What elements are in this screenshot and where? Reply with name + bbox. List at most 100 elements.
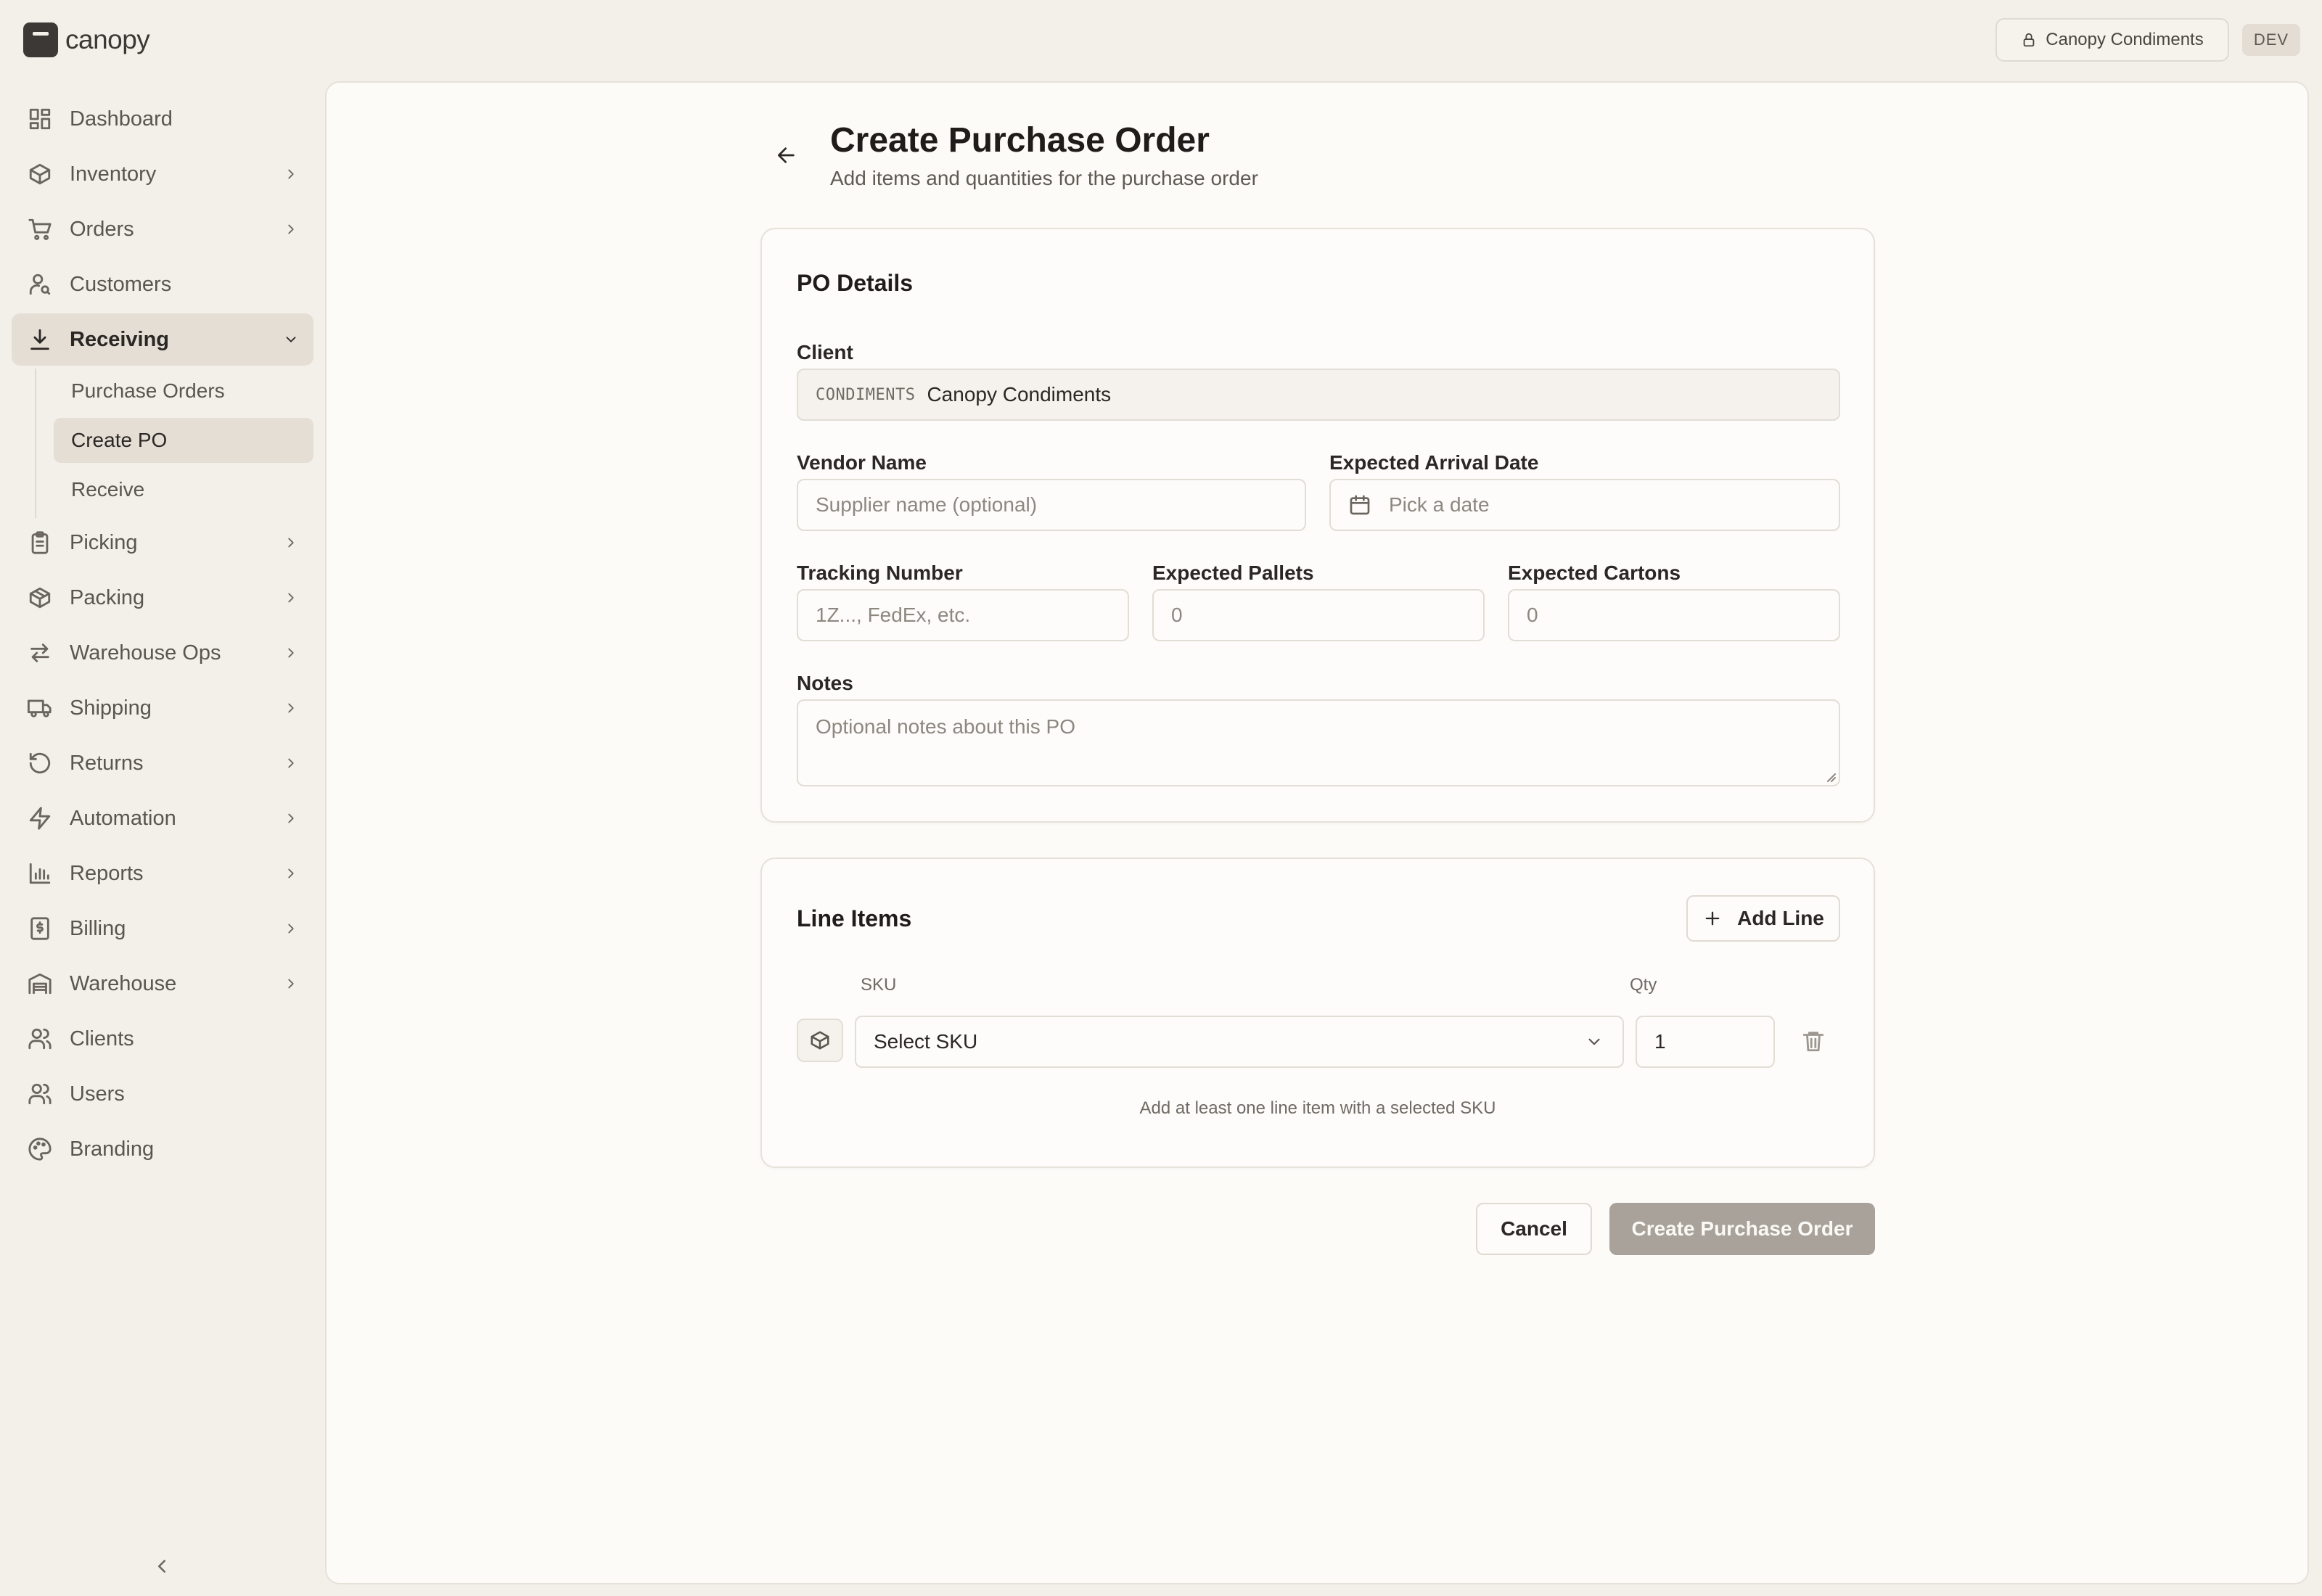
sidebar-item-shipping[interactable]: Shipping <box>12 682 313 734</box>
sidebar-item-warehouse[interactable]: Warehouse <box>12 958 313 1010</box>
chevron-right-icon <box>288 703 294 713</box>
expected-pallets-input[interactable]: 0 <box>1152 589 1485 641</box>
client-value: Canopy Condiments <box>927 383 1112 406</box>
qty-column-header: Qty <box>1630 975 1657 995</box>
sidebar-subitem-receive[interactable]: Receive <box>54 467 313 512</box>
expected-cartons-input[interactable]: 0 <box>1508 589 1840 641</box>
qty-input[interactable]: 1 <box>1636 1016 1775 1068</box>
sidebar-item-automation[interactable]: Automation <box>12 792 313 844</box>
sidebar-item-warehouse-ops[interactable]: Warehouse Ops <box>12 627 313 679</box>
sidebar-item-label: Packing <box>70 585 145 609</box>
expected-pallets-value: 0 <box>1171 604 1183 626</box>
vendor-name-input[interactable]: Supplier name (optional) <box>797 479 1306 531</box>
sidebar-item-customers[interactable]: Customers <box>12 258 313 310</box>
arrival-date-placeholder: Pick a date <box>1389 493 1490 516</box>
user-search-icon <box>29 273 51 295</box>
chevron-right-icon <box>288 813 294 823</box>
submenu-rail <box>35 369 36 518</box>
sidebar-item-label: Inventory <box>70 162 157 186</box>
chevron-right-icon <box>288 868 294 879</box>
arrival-date-picker[interactable]: Pick a date <box>1329 479 1840 531</box>
layout-grid-icon <box>29 108 51 130</box>
sidebar-item-label: Orders <box>70 217 134 241</box>
sidebar-item-label: Users <box>70 1082 125 1106</box>
collapse-sidebar-icon[interactable] <box>151 1555 173 1577</box>
sidebar-item-packing[interactable]: Packing <box>12 572 313 624</box>
sidebar-item-label: Reports <box>70 861 144 885</box>
warehouse-icon <box>28 973 52 995</box>
page-subtitle: Add items and quantities for the purchas… <box>830 167 1258 189</box>
po-details-title: PO Details <box>797 270 914 296</box>
sidebar-item-branding[interactable]: Branding <box>12 1123 313 1175</box>
package-icon <box>811 1031 829 1050</box>
client-switcher-label: Canopy Condiments <box>2046 30 2204 49</box>
trash-icon[interactable] <box>1801 1029 1826 1053</box>
clipboard-icon <box>31 531 49 554</box>
page-title: Create Purchase Order <box>830 121 1210 160</box>
lock-icon <box>2023 33 2035 47</box>
cancel-button[interactable]: Cancel <box>1476 1203 1592 1255</box>
sidebar-item-label: Returns <box>70 751 144 775</box>
sidebar-item-label: Warehouse <box>70 971 177 995</box>
line-items-hint: Add at least one line item with a select… <box>1139 1098 1496 1118</box>
arrival-date-label: Expected Arrival Date <box>1329 451 1539 474</box>
bar-chart-icon <box>29 863 51 884</box>
plus-icon <box>1705 911 1720 926</box>
notes-placeholder: Optional notes about this PO <box>816 715 1075 738</box>
sku-select[interactable]: Select SKU <box>855 1016 1624 1068</box>
sidebar-item-billing[interactable]: Billing <box>12 902 313 955</box>
chevron-right-icon <box>288 648 294 658</box>
sidebar-item-label: Dashboard <box>70 107 173 131</box>
create-purchase-order-button[interactable]: Create Purchase Order <box>1609 1203 1875 1255</box>
expected-cartons-value: 0 <box>1527 604 1538 626</box>
users-icon <box>28 1083 52 1105</box>
sidebar-item-dashboard[interactable]: Dashboard <box>12 93 313 145</box>
chevron-right-icon <box>288 979 294 989</box>
sidebar-item-reports[interactable]: Reports <box>12 847 313 900</box>
client-field: CONDIMENTS Canopy Condiments <box>797 369 1840 421</box>
chevron-right-icon <box>288 924 294 934</box>
notes-label: Notes <box>797 672 853 694</box>
env-badge: DEV <box>2242 24 2300 56</box>
sidebar-item-orders[interactable]: Orders <box>12 203 313 255</box>
rotate-icon <box>29 752 51 774</box>
vendor-name-placeholder: Supplier name (optional) <box>816 493 1038 516</box>
sidebar-item-label: Automation <box>70 806 176 830</box>
chevron-down-icon <box>286 337 296 342</box>
add-line-button[interactable]: Add Line <box>1686 895 1840 942</box>
package-icon <box>29 587 51 609</box>
resize-grip-icon[interactable] <box>1826 772 1836 782</box>
sidebar-item-label: Branding <box>70 1137 155 1161</box>
notes-textarea[interactable]: Optional notes about this PO <box>797 699 1840 786</box>
client-code: CONDIMENTS <box>816 385 916 404</box>
chevron-right-icon <box>288 224 294 234</box>
users-icon <box>28 1028 52 1050</box>
expected-cartons-label: Expected Cartons <box>1508 562 1681 584</box>
sidebar-item-inventory[interactable]: Inventory <box>12 148 313 200</box>
truck-icon <box>28 699 52 717</box>
sidebar-item-receiving[interactable]: Receiving <box>12 313 313 366</box>
po-details-card: PO Details Client CONDIMENTS Canopy Cond… <box>760 228 1875 823</box>
qty-value: 1 <box>1654 1030 1666 1053</box>
client-switcher[interactable]: Canopy Condiments <box>1995 18 2229 62</box>
expected-pallets-label: Expected Pallets <box>1152 562 1314 584</box>
calendar-icon <box>1350 495 1370 515</box>
tracking-number-label: Tracking Number <box>797 562 963 584</box>
tracking-number-placeholder: 1Z..., FedEx, etc. <box>816 604 971 626</box>
sidebar-subitem-create-po[interactable]: Create PO <box>54 418 313 463</box>
sidebar-item-label: Picking <box>70 530 138 554</box>
sidebar-item-clients[interactable]: Clients <box>12 1013 313 1065</box>
back-arrow-icon[interactable] <box>775 144 798 167</box>
sku-select-value: Select SKU <box>874 1030 978 1053</box>
sidebar-item-label: Shipping <box>70 696 152 720</box>
chevron-right-icon <box>288 758 294 768</box>
client-label: Client <box>797 341 853 363</box>
chevron-right-icon <box>288 169 294 179</box>
tracking-number-input[interactable]: 1Z..., FedEx, etc. <box>797 589 1129 641</box>
sidebar-item-returns[interactable]: Returns <box>12 737 313 789</box>
sidebar-item-picking[interactable]: Picking <box>12 517 313 569</box>
sidebar-item-users[interactable]: Users <box>12 1068 313 1120</box>
sidebar-item-label: Receiving <box>70 327 169 351</box>
sidebar-subitem-purchase-orders[interactable]: Purchase Orders <box>54 369 313 414</box>
sidebar-item-label: Clients <box>70 1027 134 1050</box>
